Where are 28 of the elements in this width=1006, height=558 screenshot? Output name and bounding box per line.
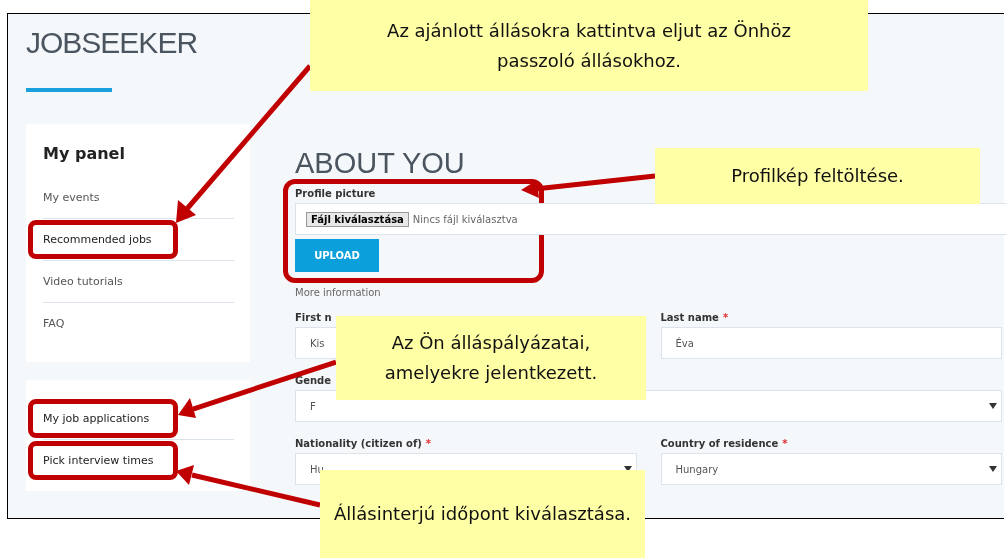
field-label: Profile picture <box>295 188 377 199</box>
sidebar-link[interactable]: Video tutorials <box>28 262 178 301</box>
file-input[interactable]: Fájl kiválasztása Nincs fájl kiválasztva <box>295 203 1006 235</box>
field-label: Country of residence <box>660 438 779 449</box>
choose-file-button[interactable]: Fájl kiválasztása <box>306 211 409 227</box>
sidebar-link[interactable]: Pick interview times <box>28 441 178 480</box>
text-field[interactable]: Éva <box>660 327 1002 359</box>
logo: JOBSEEKER <box>26 26 199 60</box>
annotation-tooltip: Az ajánlott állásokra kattintva eljut az Önhöz passzoló állásokhoz. <box>310 0 868 91</box>
sidebar-link[interactable]: FAQ <box>28 304 178 343</box>
field-label: Gende <box>295 375 332 386</box>
annotation-tooltip: Állásinterjú időpont kiválasztása. <box>320 470 645 558</box>
annotation-tooltip: Profilkép feltöltése. <box>655 148 980 204</box>
annotation-tooltip: Az Ön álláspályázatai, amelyekre jelentkezett. <box>336 316 646 400</box>
file-status: Nincs fájl kiválasztva <box>412 213 518 225</box>
field-label: Nationality (citizen of) <box>295 438 422 449</box>
field-label: First n <box>295 312 332 323</box>
sidebar-link[interactable]: My events <box>28 178 178 217</box>
panel-title: My panel <box>43 144 126 163</box>
section-title: ABOUT YOU <box>295 147 465 179</box>
required-mark: * <box>722 312 729 323</box>
sidebar-link[interactable]: My job applications <box>28 399 178 438</box>
section-label: More information <box>295 287 382 298</box>
required-mark: * <box>782 438 788 449</box>
required-mark: * <box>425 438 432 449</box>
select-field[interactable]: Hungary <box>660 453 1002 485</box>
sidebar-link[interactable]: Recommended jobs <box>28 220 178 259</box>
field-label: Last name <box>660 312 719 323</box>
